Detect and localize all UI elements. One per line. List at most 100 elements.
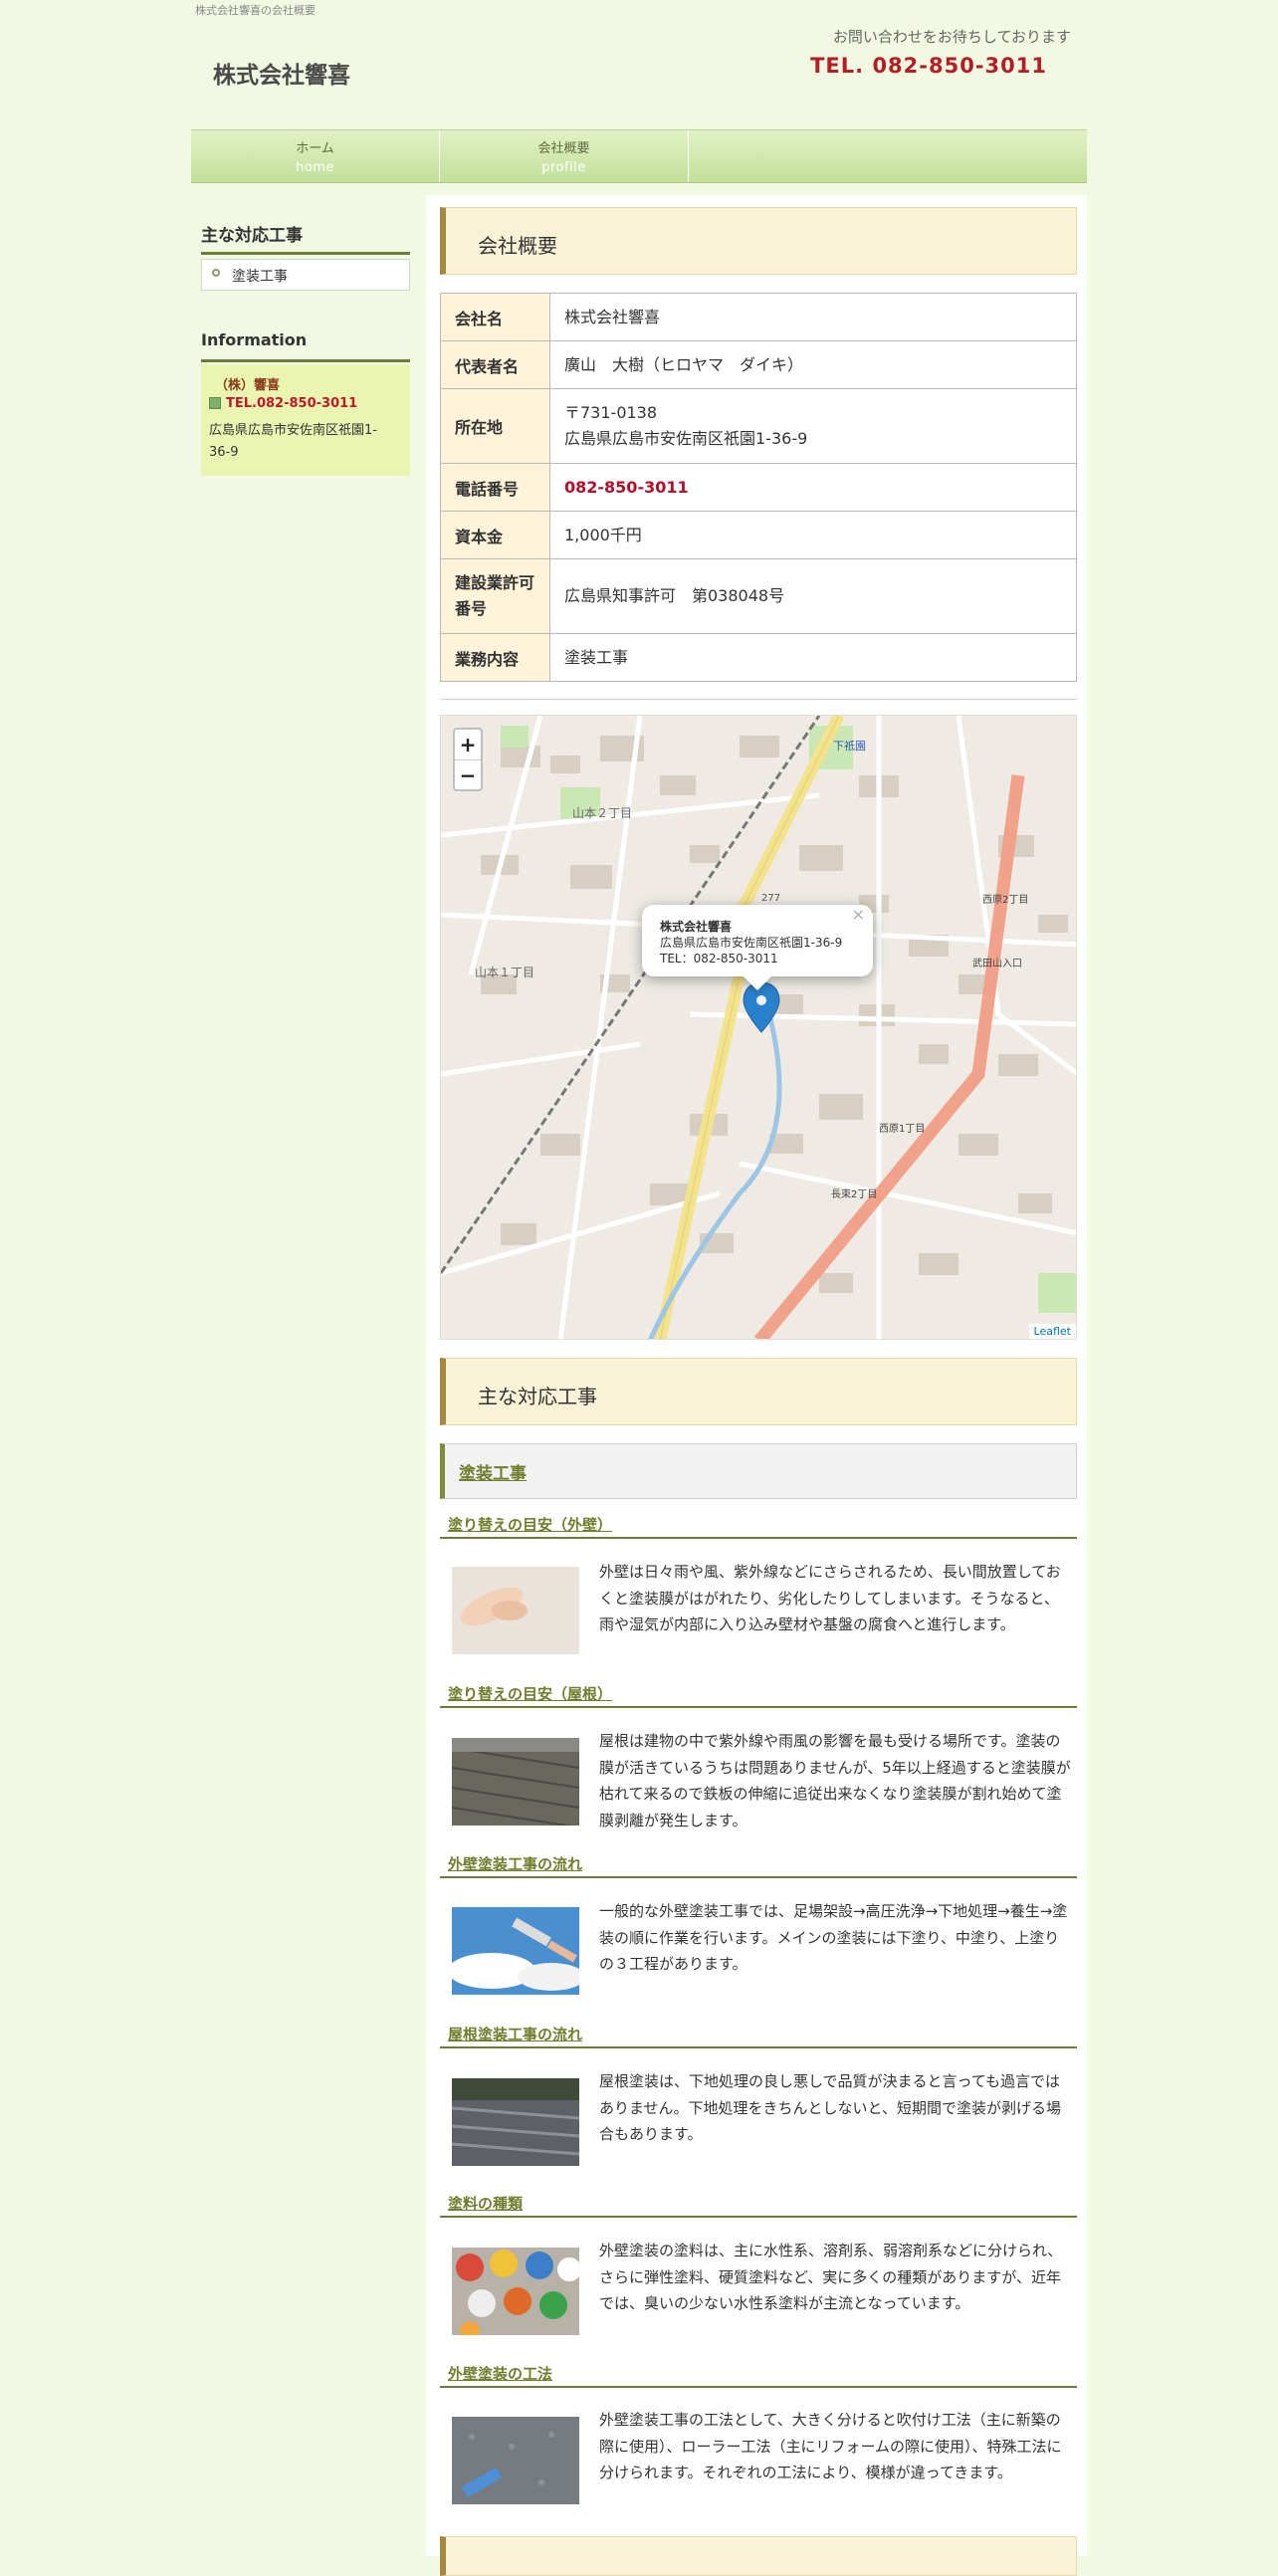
nav-item-label: ホーム — [296, 141, 334, 156]
map-label-takeda: 武田山入口 — [972, 957, 1022, 969]
sidebar-item-label: 塗装工事 — [232, 269, 288, 285]
table-label: 業務内容 — [440, 633, 550, 682]
map-attribution-link[interactable]: Leaflet — [1028, 1324, 1076, 1339]
section-text: 外壁は日々雨や風、紫外線などにさらされるため、長い間放置しておくと塗装膜がはがれ… — [599, 1563, 1061, 1633]
section-heading: 塗り替えの目安（屋根） — [440, 1682, 1077, 1708]
next-heading-box — [440, 2536, 1077, 2576]
table-value: 1,000千円 — [549, 511, 1077, 559]
popup-address: 広島県広島市安佐南区祇園1-36-9 — [660, 936, 843, 950]
section-heading: 塗り替えの目安（外壁） — [440, 1513, 1077, 1539]
section-heading: 塗料の種類 — [440, 2192, 1077, 2218]
address-line: 広島県広島市安佐南区祇園1-36-9 — [564, 429, 808, 448]
table-value: 株式会社響喜 — [549, 293, 1077, 341]
paint-brush-sky-image — [452, 1907, 579, 1995]
table-row: 会社名 株式会社響喜 — [440, 293, 1077, 341]
table-value: 廣山 大樹（ヒロヤマ ダイキ） — [549, 340, 1077, 389]
table-value: 塗装工事 — [549, 633, 1077, 682]
hand-on-wall-image — [452, 1567, 579, 1654]
works-heading: 主な対応工事 — [478, 1385, 597, 1408]
popup-company-name: 株式会社響喜 — [660, 920, 733, 934]
table-value: 082-850-3011 — [549, 463, 1077, 512]
table-label: 建設業許可番号 — [440, 558, 550, 634]
profile-heading-box: 会社概要 — [440, 207, 1077, 275]
nav-item-home[interactable]: ホーム home — [191, 130, 440, 182]
painting-sub-heading-box: 塗装工事 — [440, 1443, 1077, 1499]
profile-heading: 会社概要 — [478, 234, 557, 258]
table-label: 電話番号 — [440, 463, 550, 512]
page: 株式会社響喜の会社概要 株式会社響喜 お問い合わせをお待ちしております TEL.… — [0, 0, 1278, 2576]
global-nav: ホーム home 会社概要 profile — [191, 129, 1087, 183]
nav-item-sublabel: profile — [541, 160, 586, 175]
roof-painting-image — [452, 2078, 579, 2166]
info-company-name: （株）響喜 — [215, 378, 281, 393]
map-label-nishihara1: 西原1丁目 — [879, 1123, 925, 1135]
table-row: 資本金 1,000千円 — [440, 511, 1077, 559]
table-label: 所在地 — [440, 388, 550, 464]
map-label-nishihara2: 西原2丁目 — [982, 894, 1028, 906]
section-heading: 外壁塗装の工法 — [440, 2362, 1077, 2388]
map-label-yamamoto2: 山本２丁目 — [572, 806, 632, 820]
nav-item-sublabel: home — [296, 160, 334, 175]
divider — [440, 699, 1077, 700]
works-heading-box: 主な対応工事 — [440, 1358, 1077, 1425]
section-text: 屋根塗装は、下地処理の良し悪しで品質が決まると言っても過言ではありません。下地処… — [599, 2072, 1061, 2143]
sidebar-info-box: （株）響喜 TEL.082-850-3011 広島県広島市安佐南区祇園1-36-… — [201, 364, 410, 476]
phone-number-link[interactable]: 082-850-3011 — [564, 478, 689, 497]
zoom-controls: + − — [453, 728, 483, 791]
nav-item-profile[interactable]: 会社概要 profile — [440, 130, 689, 182]
table-row: 業務内容 塗装工事 — [440, 633, 1077, 682]
table-label: 資本金 — [440, 511, 550, 559]
table-row: 所在地 〒731-0138 広島県広島市安佐南区祇園1-36-9 — [440, 388, 1077, 464]
section-title-link[interactable]: 外壁塗装の工法 — [448, 2363, 552, 2384]
section-title-link[interactable]: 外壁塗装工事の流れ — [448, 1853, 582, 1874]
popup-close-button[interactable]: × — [852, 907, 865, 923]
section-image — [452, 2417, 579, 2504]
map-label-shimogion: 下祇園 — [833, 740, 866, 752]
table-row: 代表者名 廣山 大樹（ヒロヤマ ダイキ） — [440, 340, 1077, 389]
info-tel[interactable]: TEL.082-850-3011 — [226, 396, 357, 411]
popup-tel: TEL：082-850-3011 — [660, 952, 778, 966]
paint-cans-image — [452, 2248, 579, 2335]
contact-tel[interactable]: TEL. 082-850-3011 — [810, 54, 1047, 78]
table-label: 会社名 — [440, 293, 550, 341]
map-popup: × 株式会社響喜 広島県広島市安佐南区祇園1-36-9 TEL：082-850-… — [642, 905, 873, 991]
painting-sub-heading-link[interactable]: 塗装工事 — [459, 1459, 527, 1484]
section-image — [452, 2248, 579, 2335]
section-image — [452, 1738, 579, 1825]
site-title[interactable]: 株式会社響喜 — [213, 56, 350, 90]
company-info-table: 会社名 株式会社響喜 代表者名 廣山 大樹（ヒロヤマ ダイキ） 所在地 〒731… — [440, 293, 1077, 682]
section-text: 一般的な外壁塗装工事では、足場架設→高圧洗浄→下地処理→養生→塗装の順に作業を行… — [599, 1902, 1068, 1973]
zoom-in-button[interactable]: + — [455, 730, 481, 759]
map-label-nagatsuka: 長束2丁目 — [831, 1188, 877, 1200]
sidebar-item-painting[interactable]: 塗装工事 — [201, 259, 410, 291]
sidebar-info-title: Information — [201, 330, 308, 349]
section-title-link[interactable]: 屋根塗装工事の流れ — [448, 2024, 582, 2044]
table-label: 代表者名 — [440, 340, 550, 389]
section-image — [452, 1907, 579, 1995]
nav-item-label: 会社概要 — [537, 141, 590, 156]
section-image — [452, 2078, 579, 2166]
section-title-link[interactable]: 塗り替えの目安（外壁） — [448, 1514, 612, 1535]
circle-bullet-icon — [212, 269, 220, 277]
section-title-link[interactable]: 塗料の種類 — [448, 2193, 523, 2214]
section-text: 外壁塗装の塗料は、主に水性系、溶剤系、弱溶剤系などに分けられ、さらに弾性塗料、硬… — [599, 2242, 1063, 2312]
sidebar-info-rule — [201, 359, 410, 362]
zoom-out-button[interactable]: − — [455, 759, 481, 790]
section-title-link[interactable]: 塗り替えの目安（屋根） — [448, 1683, 612, 1704]
map-label-yamamoto1: 山本１丁目 — [475, 966, 534, 979]
table-row: 建設業許可番号 広島県知事許可 第038048号 — [440, 558, 1077, 634]
map-widget[interactable]: 山本２丁目 山本１丁目 下祇園 西原1丁目 西原2丁目 武田山入口 長束2丁目 … — [440, 715, 1077, 1340]
postal-code: 〒731-0138 — [564, 403, 658, 422]
textured-wall-image — [452, 2417, 579, 2504]
contact-message: お問い合わせをお待ちしております — [832, 28, 1071, 46]
section-heading: 外壁塗装工事の流れ — [440, 1852, 1077, 1878]
table-row: 電話番号 082-850-3011 — [440, 463, 1077, 512]
main-content: 会社概要 会社名 株式会社響喜 代表者名 廣山 大樹（ヒロヤマ ダイキ） 所在地… — [426, 195, 1087, 2576]
section-text: 外壁塗装工事の工法として、大きく分けると吹付け工法（主に新築の際に使用）、ローラ… — [599, 2411, 1062, 2481]
roof-image — [452, 1738, 579, 1825]
site-tagline: 株式会社響喜の会社概要 — [195, 4, 316, 17]
section-image — [452, 1567, 579, 1654]
section-text: 屋根は建物の中で紫外線や雨風の影響を最も受ける場所です。塗装の膜が活きているうち… — [599, 1732, 1071, 1829]
phone-icon — [209, 397, 221, 409]
